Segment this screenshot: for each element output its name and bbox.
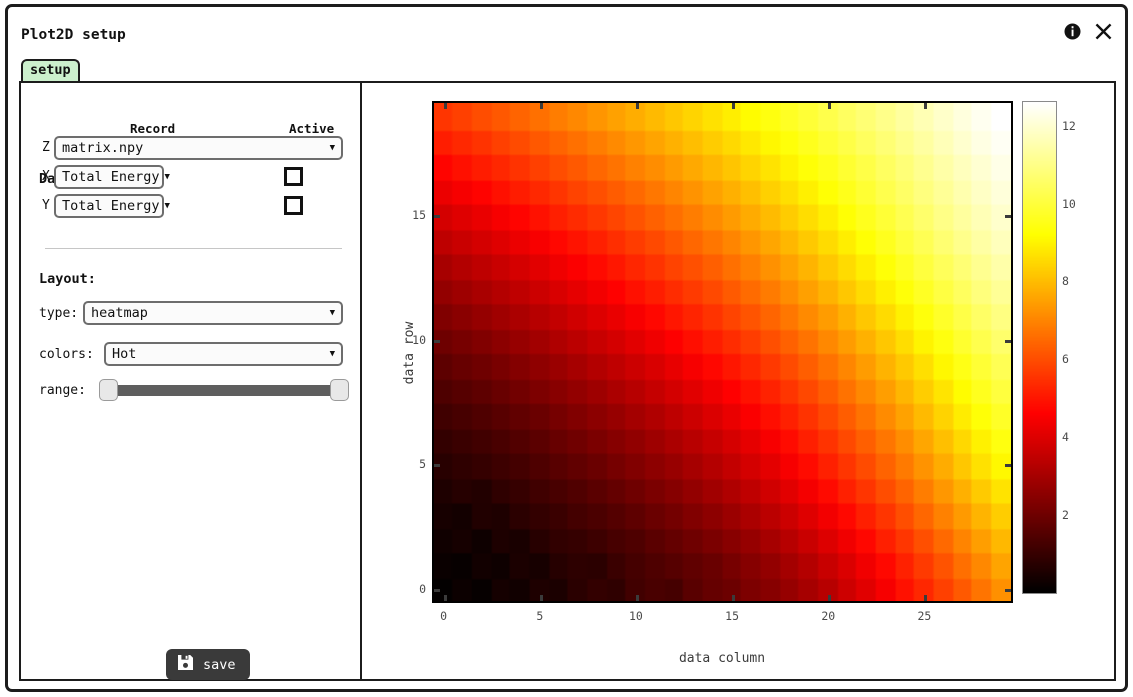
- x-axis-label: data column: [679, 651, 765, 666]
- section-divider: [45, 248, 342, 249]
- range-label: range:: [39, 383, 86, 398]
- plot-panel: 0 5 10 15 20 25 0 5 10 15 data column data row 2…: [362, 83, 1114, 679]
- y-tick-label: 15: [406, 208, 426, 222]
- window-titlebar: Plot2D setup: [8, 7, 1125, 51]
- active-checkbox-y[interactable]: [284, 196, 303, 215]
- type-select-value: heatmap: [91, 305, 325, 321]
- window-buttons: [1062, 21, 1113, 41]
- y-tick-label: 5: [406, 457, 426, 471]
- content-area: Data: Record Active Z matrix.npy ▼ X Tot…: [19, 81, 1116, 681]
- colorbar-tick-label: 10: [1062, 197, 1076, 211]
- plot2d-setup-window: Plot2D setup setup Data: Record A: [5, 4, 1128, 692]
- tab-setup[interactable]: setup: [21, 59, 80, 81]
- x-tick-label: 15: [725, 609, 739, 623]
- active-checkbox-x[interactable]: [284, 167, 303, 186]
- colorbar-tick-label: 8: [1062, 274, 1069, 288]
- setup-panel: Data: Record Active Z matrix.npy ▼ X Tot…: [21, 83, 362, 679]
- x-tick-label: 5: [536, 609, 543, 623]
- tab-strip: setup: [21, 55, 80, 81]
- type-select[interactable]: heatmap ▼: [83, 301, 343, 325]
- colorbar-tick-label: 4: [1062, 430, 1069, 444]
- range-slider-handle-max[interactable]: [330, 379, 349, 401]
- x-tick-label: 10: [629, 609, 643, 623]
- chevron-down-icon: ▼: [330, 143, 335, 153]
- range-slider-handle-min[interactable]: [99, 379, 118, 401]
- record-select-x-value: Total Energy: [62, 169, 160, 185]
- info-circle-icon[interactable]: [1062, 21, 1082, 41]
- save-button[interactable]: save: [166, 649, 250, 680]
- x-tick-label: 20: [821, 609, 835, 623]
- colors-select[interactable]: Hot ▼: [104, 342, 343, 366]
- colorbar-tick-label: 6: [1062, 352, 1069, 366]
- layout-section-title: Layout:: [39, 271, 96, 287]
- record-select-y-value: Total Energy: [62, 198, 160, 214]
- chevron-down-icon: ▼: [165, 201, 170, 211]
- column-header-record: Record: [130, 121, 175, 136]
- colorbar-canvas: [1023, 102, 1056, 593]
- record-select-z[interactable]: matrix.npy ▼: [54, 136, 343, 160]
- floppy-disk-save-icon: [177, 654, 194, 675]
- save-button-label: save: [203, 657, 236, 673]
- colorbar-axes[interactable]: [1022, 101, 1057, 594]
- heatmap-canvas[interactable]: [434, 103, 1011, 601]
- type-label: type:: [39, 306, 78, 321]
- colors-label: colors:: [39, 347, 94, 362]
- close-x-icon[interactable]: [1093, 21, 1113, 41]
- colorbar-tick-label: 12: [1062, 119, 1076, 133]
- column-header-active: Active: [289, 121, 334, 136]
- axis-label-y: Y: [42, 198, 50, 213]
- record-select-z-value: matrix.npy: [62, 140, 325, 156]
- record-select-x[interactable]: Total Energy ▼: [54, 165, 164, 189]
- window-title: Plot2D setup: [21, 27, 126, 43]
- record-select-y[interactable]: Total Energy ▼: [54, 194, 164, 218]
- heatmap-axes[interactable]: [432, 101, 1013, 603]
- axis-label-x: X: [42, 169, 50, 184]
- chevron-down-icon: ▼: [330, 349, 335, 359]
- colors-select-value: Hot: [112, 346, 325, 362]
- chevron-down-icon: ▼: [165, 172, 170, 182]
- heatmap-figure: 0 5 10 15 20 25 0 5 10 15 data column data row 2…: [362, 83, 1114, 679]
- range-slider-track[interactable]: [105, 385, 343, 396]
- x-tick-label: 0: [440, 609, 447, 623]
- y-tick-label: 0: [406, 582, 426, 596]
- colorbar-tick-label: 2: [1062, 508, 1069, 522]
- x-tick-label: 25: [918, 609, 932, 623]
- range-slider[interactable]: [99, 379, 349, 401]
- y-axis-label: data row: [402, 322, 417, 385]
- axis-label-z: Z: [42, 140, 50, 155]
- chevron-down-icon: ▼: [330, 308, 335, 318]
